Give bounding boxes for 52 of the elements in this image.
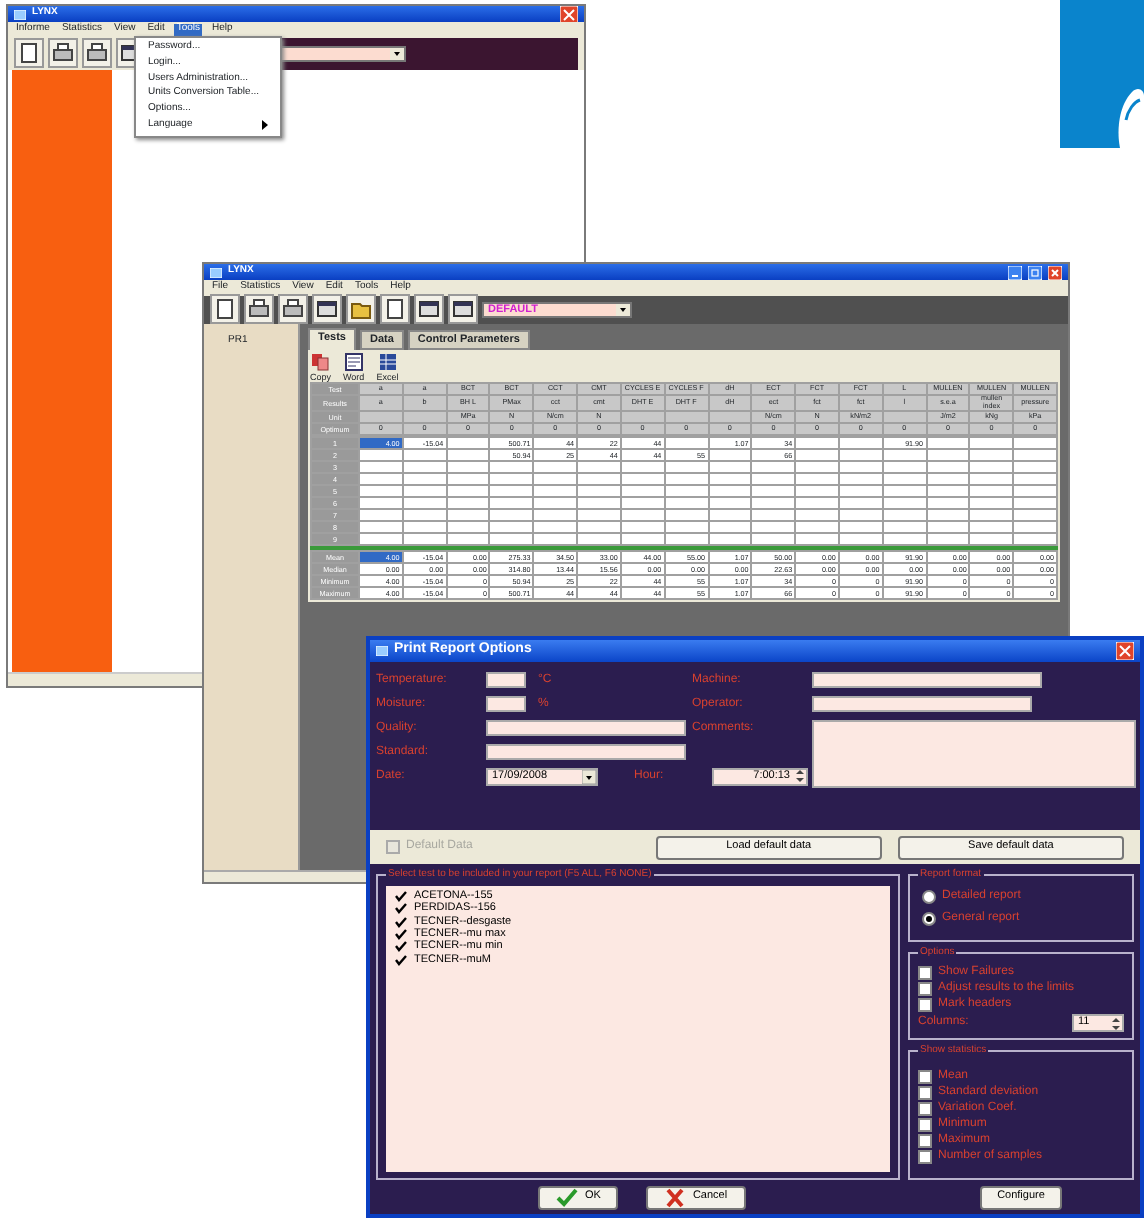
- check-icon: [556, 1187, 579, 1207]
- checkbox[interactable]: [918, 982, 932, 996]
- checkbox-icon[interactable]: [394, 915, 408, 928]
- word-icon: [343, 352, 364, 373]
- minimize-icon[interactable]: [1008, 265, 1022, 279]
- page-icon[interactable]: [380, 294, 410, 325]
- checkbox[interactable]: [918, 1118, 932, 1132]
- spinner-arrows-icon[interactable]: [1110, 1015, 1122, 1031]
- printer-icon[interactable]: [82, 38, 112, 69]
- page-icon[interactable]: [14, 38, 44, 69]
- page-icon[interactable]: [210, 294, 240, 325]
- input-field[interactable]: [486, 696, 526, 712]
- checkbox-icon[interactable]: [394, 902, 408, 915]
- checkbox-icon[interactable]: [394, 940, 408, 953]
- dropdown-arrow-icon[interactable]: [390, 47, 404, 60]
- input-field[interactable]: [486, 744, 686, 760]
- checkbox[interactable]: [918, 1070, 932, 1084]
- radio-button[interactable]: [922, 890, 936, 904]
- checkbox[interactable]: [918, 998, 932, 1012]
- printer-icon[interactable]: [278, 294, 308, 325]
- dropdown-arrow-icon[interactable]: [582, 769, 596, 783]
- spinner-arrows-icon[interactable]: [794, 768, 806, 784]
- window-icon[interactable]: [414, 294, 444, 325]
- input-field[interactable]: [812, 672, 1042, 688]
- excel-icon: [377, 352, 398, 373]
- close-icon[interactable]: [1116, 642, 1134, 660]
- submenu-arrow-icon: [262, 120, 268, 131]
- cross-icon: [664, 1187, 687, 1207]
- app-icon: [210, 267, 222, 277]
- checkbox[interactable]: [918, 1086, 932, 1100]
- input-field[interactable]: [486, 672, 526, 688]
- input-field[interactable]: [486, 720, 686, 736]
- window-icon[interactable]: [312, 294, 342, 325]
- copy-icon: [310, 352, 331, 373]
- window-icon[interactable]: [448, 294, 478, 325]
- app-icon: [376, 646, 388, 656]
- radio-button[interactable]: [922, 912, 936, 926]
- checkbox-icon[interactable]: [394, 928, 408, 941]
- checkbox[interactable]: [918, 966, 932, 980]
- checkbox[interactable]: [918, 1150, 932, 1164]
- comments-field[interactable]: [812, 720, 1136, 788]
- printer-icon[interactable]: [48, 38, 78, 69]
- close-icon[interactable]: [1048, 265, 1062, 279]
- dropdown-arrow-icon[interactable]: [616, 303, 630, 316]
- maximize-icon[interactable]: [1028, 265, 1042, 279]
- checkbox[interactable]: [918, 1134, 932, 1148]
- checkbox-icon[interactable]: [394, 890, 408, 903]
- printer-icon[interactable]: [244, 294, 274, 325]
- input-field[interactable]: [812, 696, 1032, 712]
- folder-icon[interactable]: [346, 294, 376, 325]
- checkbox[interactable]: [918, 1102, 932, 1116]
- checkbox-icon[interactable]: [394, 953, 408, 966]
